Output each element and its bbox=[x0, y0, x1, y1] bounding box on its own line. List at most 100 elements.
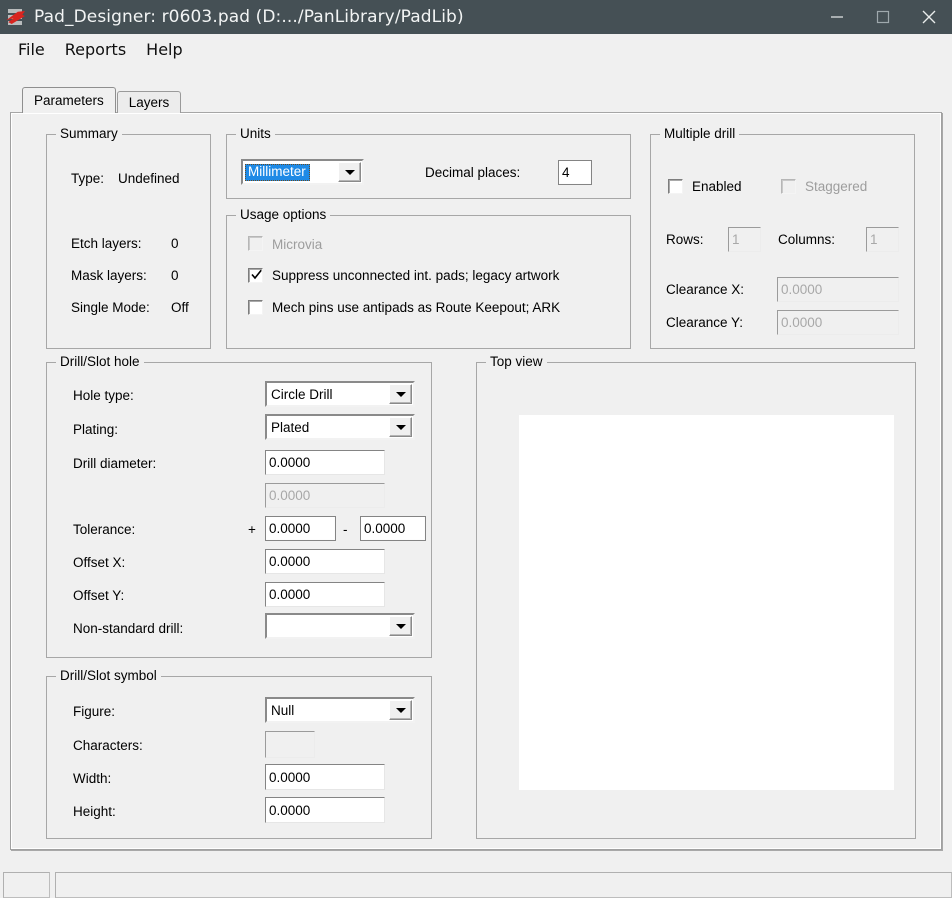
checkbox-microvia bbox=[248, 236, 263, 251]
non-standard-drill-value bbox=[267, 615, 389, 637]
close-icon[interactable] bbox=[906, 0, 952, 34]
summary-group: Summary Type: Undefined Etch layers: 0 M… bbox=[46, 126, 211, 349]
plating-combo[interactable]: Plated bbox=[265, 414, 415, 440]
tolerance-plus-input[interactable]: 0.0000 bbox=[265, 516, 336, 541]
plating-value: Plated bbox=[271, 419, 310, 435]
drill-diameter-secondary-value: 0.0000 bbox=[269, 488, 311, 503]
columns-label: Columns: bbox=[778, 232, 836, 247]
clearance-x-input[interactable]: 0.0000 bbox=[777, 277, 899, 302]
tab-layers[interactable]: Layers bbox=[116, 91, 182, 113]
offset-y-label: Offset Y: bbox=[73, 588, 125, 603]
summary-single-mode-value: Off bbox=[171, 300, 189, 315]
app-icon bbox=[5, 6, 27, 28]
drill-diameter-input[interactable]: 0.0000 bbox=[265, 450, 385, 475]
drill-slot-hole-legend: Drill/Slot hole bbox=[56, 354, 144, 369]
decimal-places-label: Decimal places: bbox=[425, 165, 521, 180]
figure-combo[interactable]: Null bbox=[265, 697, 415, 723]
status-cell-right bbox=[55, 872, 952, 898]
parameters-panel: Summary Type: Undefined Etch layers: 0 M… bbox=[10, 112, 942, 850]
tolerance-minus-value: 0.0000 bbox=[364, 521, 406, 536]
summary-mask-label: Mask layers: bbox=[71, 268, 147, 283]
top-view-group: Top view bbox=[476, 354, 916, 839]
summary-etch-label: Etch layers: bbox=[71, 236, 142, 251]
chevron-down-icon[interactable] bbox=[389, 616, 412, 636]
non-standard-drill-combo[interactable] bbox=[265, 613, 415, 639]
tolerance-minus-input[interactable]: 0.0000 bbox=[360, 516, 426, 541]
width-input[interactable]: 0.0000 bbox=[265, 764, 385, 790]
checkbox-microvia-label: Microvia bbox=[272, 237, 323, 252]
height-label: Height: bbox=[73, 804, 116, 819]
checkbox-staggered-label: Staggered bbox=[805, 179, 868, 194]
height-input[interactable]: 0.0000 bbox=[265, 797, 385, 823]
usage-options-legend: Usage options bbox=[236, 207, 331, 222]
units-combo[interactable]: Millimeter bbox=[241, 159, 364, 185]
clearance-y-value: 0.0000 bbox=[781, 315, 823, 330]
drill-slot-hole-group: Drill/Slot hole Hole type: Circle Drill … bbox=[46, 354, 432, 658]
width-value: 0.0000 bbox=[269, 769, 311, 785]
rows-label: Rows: bbox=[666, 232, 704, 247]
multiple-drill-legend: Multiple drill bbox=[660, 126, 740, 141]
clearance-y-label: Clearance Y: bbox=[666, 315, 744, 330]
menu-item-reports[interactable]: Reports bbox=[55, 38, 136, 61]
columns-value: 1 bbox=[870, 232, 878, 247]
window-title: Pad_Designer: r0603.pad (D:.../PanLibrar… bbox=[34, 7, 464, 27]
multiple-drill-group: Multiple drill Enabled Staggered Rows: 1… bbox=[650, 126, 915, 349]
chevron-down-icon[interactable] bbox=[338, 162, 361, 182]
summary-etch-value: 0 bbox=[171, 236, 179, 251]
checkmark-icon bbox=[251, 269, 262, 280]
tolerance-plus-sign: + bbox=[248, 522, 256, 537]
checkbox-multiple-drill-enabled[interactable] bbox=[668, 179, 683, 194]
checkbox-mech-pins-antipads[interactable] bbox=[248, 300, 263, 315]
menu-item-file[interactable]: File bbox=[8, 38, 55, 61]
tolerance-plus-value: 0.0000 bbox=[269, 521, 311, 536]
figure-label: Figure: bbox=[73, 704, 116, 719]
checkbox-suppress-unconnected[interactable] bbox=[248, 268, 263, 283]
minimize-icon[interactable] bbox=[814, 0, 860, 34]
chevron-down-icon[interactable] bbox=[389, 700, 412, 720]
checkbox-mech-pins-antipads-label: Mech pins use antipads as Route Keepout;… bbox=[272, 300, 561, 315]
columns-input[interactable]: 1 bbox=[866, 227, 899, 252]
summary-type-value: Undefined bbox=[118, 171, 180, 186]
offset-x-label: Offset X: bbox=[73, 555, 126, 570]
top-view-legend: Top view bbox=[486, 354, 547, 369]
status-cell-left bbox=[3, 872, 50, 898]
rows-value: 1 bbox=[732, 232, 740, 247]
figure-value: Null bbox=[271, 702, 295, 718]
units-combo-value: Millimeter bbox=[245, 163, 310, 181]
offset-y-value: 0.0000 bbox=[269, 587, 311, 602]
menu-bar: File Reports Help bbox=[0, 34, 952, 64]
hole-type-value: Circle Drill bbox=[271, 386, 333, 402]
plating-label: Plating: bbox=[73, 422, 119, 437]
tab-parameters[interactable]: Parameters bbox=[22, 87, 116, 113]
rows-input[interactable]: 1 bbox=[728, 227, 761, 252]
offset-x-input[interactable]: 0.0000 bbox=[265, 549, 385, 574]
summary-single-mode-label: Single Mode: bbox=[71, 300, 150, 315]
hole-type-combo[interactable]: Circle Drill bbox=[265, 381, 415, 407]
drill-slot-symbol-legend: Drill/Slot symbol bbox=[56, 668, 161, 683]
characters-input[interactable] bbox=[265, 731, 315, 758]
decimal-places-input[interactable]: 4 bbox=[558, 160, 592, 185]
summary-mask-value: 0 bbox=[171, 268, 179, 283]
menu-item-help[interactable]: Help bbox=[136, 38, 192, 61]
chevron-down-icon[interactable] bbox=[389, 417, 412, 437]
pad-designer-window: Pad_Designer: r0603.pad (D:.../PanLibrar… bbox=[0, 0, 952, 898]
checkbox-suppress-unconnected-label: Suppress unconnected int. pads; legacy a… bbox=[272, 268, 560, 283]
top-view-canvas[interactable] bbox=[519, 415, 894, 790]
height-value: 0.0000 bbox=[269, 802, 311, 818]
offset-y-input[interactable]: 0.0000 bbox=[265, 582, 385, 607]
drill-diameter-secondary-input[interactable]: 0.0000 bbox=[265, 483, 385, 508]
maximize-icon[interactable] bbox=[860, 0, 906, 34]
summary-legend: Summary bbox=[56, 126, 122, 141]
window-controls bbox=[814, 0, 952, 34]
tab-strip: Parameters Layers bbox=[22, 87, 182, 113]
checkbox-staggered bbox=[781, 179, 796, 194]
chevron-down-icon[interactable] bbox=[389, 384, 412, 404]
units-legend: Units bbox=[236, 126, 275, 141]
clearance-x-label: Clearance X: bbox=[666, 282, 745, 297]
decimal-places-value: 4 bbox=[562, 165, 570, 180]
non-standard-drill-label: Non-standard drill: bbox=[73, 621, 184, 636]
characters-label: Characters: bbox=[73, 738, 143, 753]
clearance-y-input[interactable]: 0.0000 bbox=[777, 310, 899, 335]
checkbox-multiple-drill-enabled-label: Enabled bbox=[692, 179, 742, 194]
drill-diameter-value: 0.0000 bbox=[269, 455, 311, 470]
